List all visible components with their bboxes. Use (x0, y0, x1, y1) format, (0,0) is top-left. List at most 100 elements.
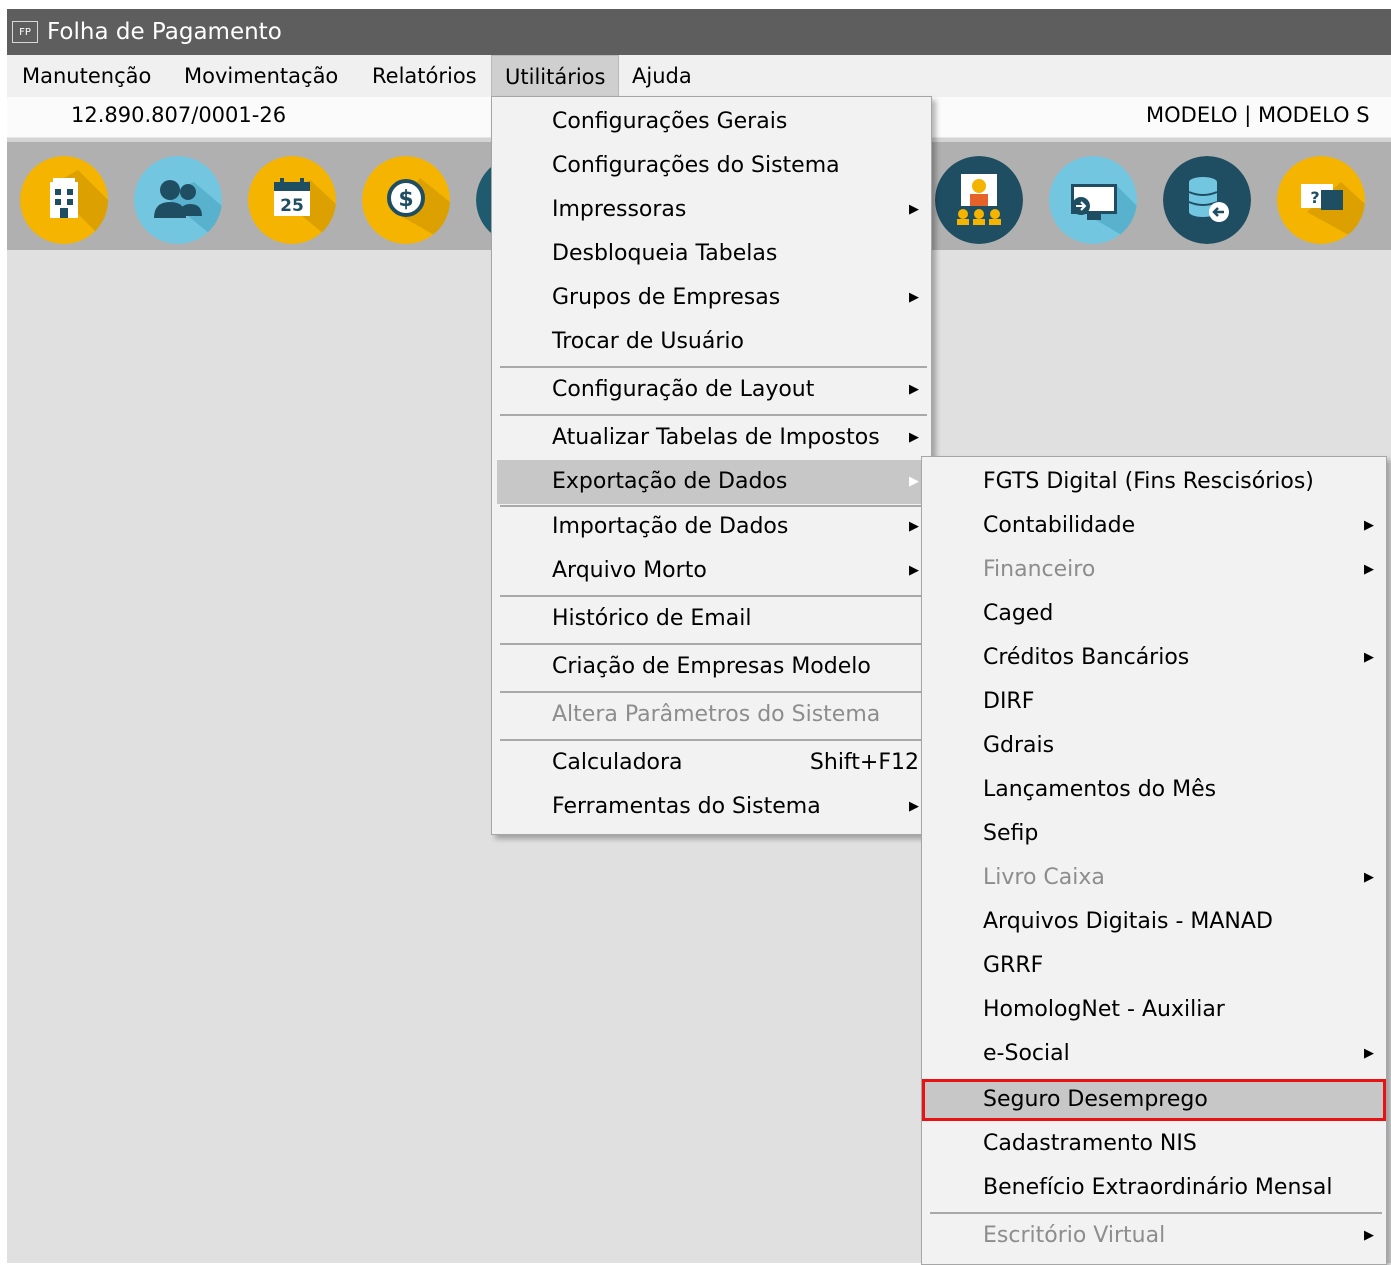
menu-item-label: Impressoras (552, 197, 687, 222)
menu-item-label: Financeiro (983, 557, 1096, 582)
submenu-arrow-icon: ▶ (909, 290, 919, 305)
help-chat-icon[interactable]: ? (1277, 156, 1365, 244)
menu-item-calculadora[interactable]: Calculadora Shift+F12 (492, 741, 931, 785)
submenu-arrow-icon: ▶ (909, 799, 919, 814)
database-backup-icon[interactable] (1163, 156, 1251, 244)
submenu-arrow-icon: ▶ (909, 202, 919, 217)
menu-item-historico-email[interactable]: Histórico de Email (492, 597, 931, 641)
menu-item-creditos-bancarios[interactable]: Créditos Bancários ▶ (922, 636, 1386, 680)
menu-item-arquivo-morto[interactable]: Arquivo Morto ▶ (492, 549, 931, 593)
menu-item-grrf[interactable]: GRRF (922, 944, 1386, 988)
menu-item-caged[interactable]: Caged (922, 592, 1386, 636)
company-building-icon[interactable] (20, 156, 108, 244)
menu-item-label: Criação de Empresas Modelo (552, 654, 871, 679)
menu-utilitarios[interactable]: Utilitários (491, 55, 620, 97)
menu-manutencao[interactable]: Manutenção (9, 55, 164, 97)
menu-item-label: Sefip (983, 821, 1039, 846)
menu-item-label: Arquivos Digitais - MANAD (983, 909, 1273, 934)
menu-item-cadastramento-nis[interactable]: Cadastramento NIS (922, 1122, 1386, 1166)
menu-item-label: Lançamentos do Mês (983, 777, 1217, 802)
menu-item-label: Configurações do Sistema (552, 153, 840, 178)
submenu-arrow-icon: ▶ (1364, 870, 1374, 885)
menu-item-fgts-digital[interactable]: FGTS Digital (Fins Rescisórios) (922, 460, 1386, 504)
menu-item-dirf[interactable]: DIRF (922, 680, 1386, 724)
menu-item-exportacao-dados[interactable]: Exportação de Dados ▶ (497, 460, 931, 504)
menu-item-label: GRRF (983, 953, 1044, 978)
menu-item-label: Trocar de Usuário (552, 329, 744, 354)
submenu-arrow-icon: ▶ (1364, 1228, 1374, 1243)
help-mark-text: ? (1310, 188, 1319, 207)
menu-item-criacao-empresas-modelo[interactable]: Criação de Empresas Modelo (492, 645, 931, 689)
menu-item-label: Créditos Bancários (983, 645, 1190, 670)
menu-item-label: Importação de Dados (552, 514, 789, 539)
money-icon[interactable]: $ (362, 156, 450, 244)
submenu-arrow-icon: ▶ (1364, 518, 1374, 533)
menu-item-label: Configuração de Layout (552, 377, 815, 402)
menu-item-label: e-Social (983, 1041, 1070, 1066)
menu-item-seguro-desemprego[interactable]: Seguro Desemprego (922, 1079, 1386, 1121)
menu-item-label: Exportação de Dados (552, 469, 788, 494)
menu-item-e-social[interactable]: e-Social ▶ (922, 1032, 1386, 1076)
monitor-transfer-icon[interactable] (1049, 156, 1137, 244)
menu-bar: Manutenção Movimentação Relatórios Utili… (7, 55, 1391, 97)
menu-item-label: Benefício Extraordinário Mensal (983, 1175, 1333, 1200)
menu-item-label: Escritório Virtual (983, 1223, 1166, 1248)
meeting-presenter-icon[interactable] (935, 156, 1023, 244)
svg-text:$: $ (398, 187, 413, 212)
submenu-arrow-icon: ▶ (1364, 1046, 1374, 1061)
submenu-arrow-icon: ▶ (909, 563, 919, 578)
menu-item-label: Histórico de Email (552, 606, 752, 631)
menu-item-escritorio-virtual: Escritório Virtual ▶ (922, 1214, 1386, 1258)
menu-item-arquivos-digitais-manad[interactable]: Arquivos Digitais - MANAD (922, 900, 1386, 944)
menu-item-importacao-dados[interactable]: Importação de Dados ▶ (492, 505, 931, 549)
menu-item-contabilidade[interactable]: Contabilidade ▶ (922, 504, 1386, 548)
menu-item-label: Contabilidade (983, 513, 1136, 538)
submenu-arrow-icon: ▶ (909, 430, 919, 445)
submenu-arrow-icon: ▶ (909, 519, 919, 534)
menu-ajuda[interactable]: Ajuda (619, 55, 705, 97)
title-bar: FP Folha de Pagamento (7, 9, 1391, 55)
menu-item-configuracoes-sistema[interactable]: Configurações do Sistema (492, 144, 931, 188)
menu-item-label: HomologNet - Auxiliar (983, 997, 1225, 1022)
menu-item-trocar-usuario[interactable]: Trocar de Usuário (492, 320, 931, 364)
menu-item-financeiro: Financeiro ▶ (922, 548, 1386, 592)
window-title: Folha de Pagamento (47, 19, 282, 45)
app-icon[interactable]: FP (12, 21, 38, 43)
menu-item-gdrais[interactable]: Gdrais (922, 724, 1386, 768)
menu-movimentacao[interactable]: Movimentação (171, 55, 351, 97)
calendar-25-icon[interactable]: 25 (248, 156, 336, 244)
menu-item-label: Configurações Gerais (552, 109, 788, 134)
menu-item-desbloqueia-tabelas[interactable]: Desbloqueia Tabelas (492, 232, 931, 276)
menu-item-label: Cadastramento NIS (983, 1131, 1197, 1156)
menu-item-sefip[interactable]: Sefip (922, 812, 1386, 856)
menu-item-lancamentos-mes[interactable]: Lançamentos do Mês (922, 768, 1386, 812)
menu-item-livro-caixa: Livro Caixa ▶ (922, 856, 1386, 900)
submenu-arrow-icon: ▶ (1364, 650, 1374, 665)
menu-item-label: Desbloqueia Tabelas (552, 241, 778, 266)
menu-item-impressoras[interactable]: Impressoras ▶ (492, 188, 931, 232)
menu-item-label: Seguro Desemprego (983, 1087, 1208, 1112)
menu-item-altera-parametros: Altera Parâmetros do Sistema (492, 693, 931, 737)
menu-item-label: Arquivo Morto (552, 558, 707, 583)
menu-item-atualizar-tabelas-impostos[interactable]: Atualizar Tabelas de Impostos ▶ (492, 416, 931, 460)
menu-item-configuracao-layout[interactable]: Configuração de Layout ▶ (492, 368, 931, 412)
menu-item-label: Ferramentas do Sistema (552, 794, 821, 819)
menu-item-label: Caged (983, 601, 1054, 626)
menu-item-label: DIRF (983, 689, 1035, 714)
employees-icon[interactable] (134, 156, 222, 244)
menu-item-configuracoes-gerais[interactable]: Configurações Gerais (492, 100, 931, 144)
menu-item-grupos-empresas[interactable]: Grupos de Empresas ▶ (492, 276, 931, 320)
calendar-day-text: 25 (280, 196, 304, 216)
menu-item-label: Calculadora (552, 750, 683, 775)
submenu-arrow-icon: ▶ (1364, 562, 1374, 577)
menu-item-homolognet-auxiliar[interactable]: HomologNet - Auxiliar (922, 988, 1386, 1032)
menu-item-beneficio-extraordinario-mensal[interactable]: Benefício Extraordinário Mensal (922, 1166, 1386, 1210)
shortcut-label: Shift+F12 (809, 750, 919, 775)
menu-item-ferramentas-sistema[interactable]: Ferramentas do Sistema ▶ (492, 785, 931, 829)
menu-item-label: Atualizar Tabelas de Impostos (552, 425, 880, 450)
menu-item-label: Gdrais (983, 733, 1055, 758)
menu-relatorios[interactable]: Relatórios (359, 55, 490, 97)
utilitarios-dropdown-menu: Configurações Gerais Configurações do Si… (491, 96, 932, 835)
submenu-arrow-icon: ▶ (909, 474, 919, 489)
company-name: MODELO | MODELO S (1146, 103, 1370, 127)
